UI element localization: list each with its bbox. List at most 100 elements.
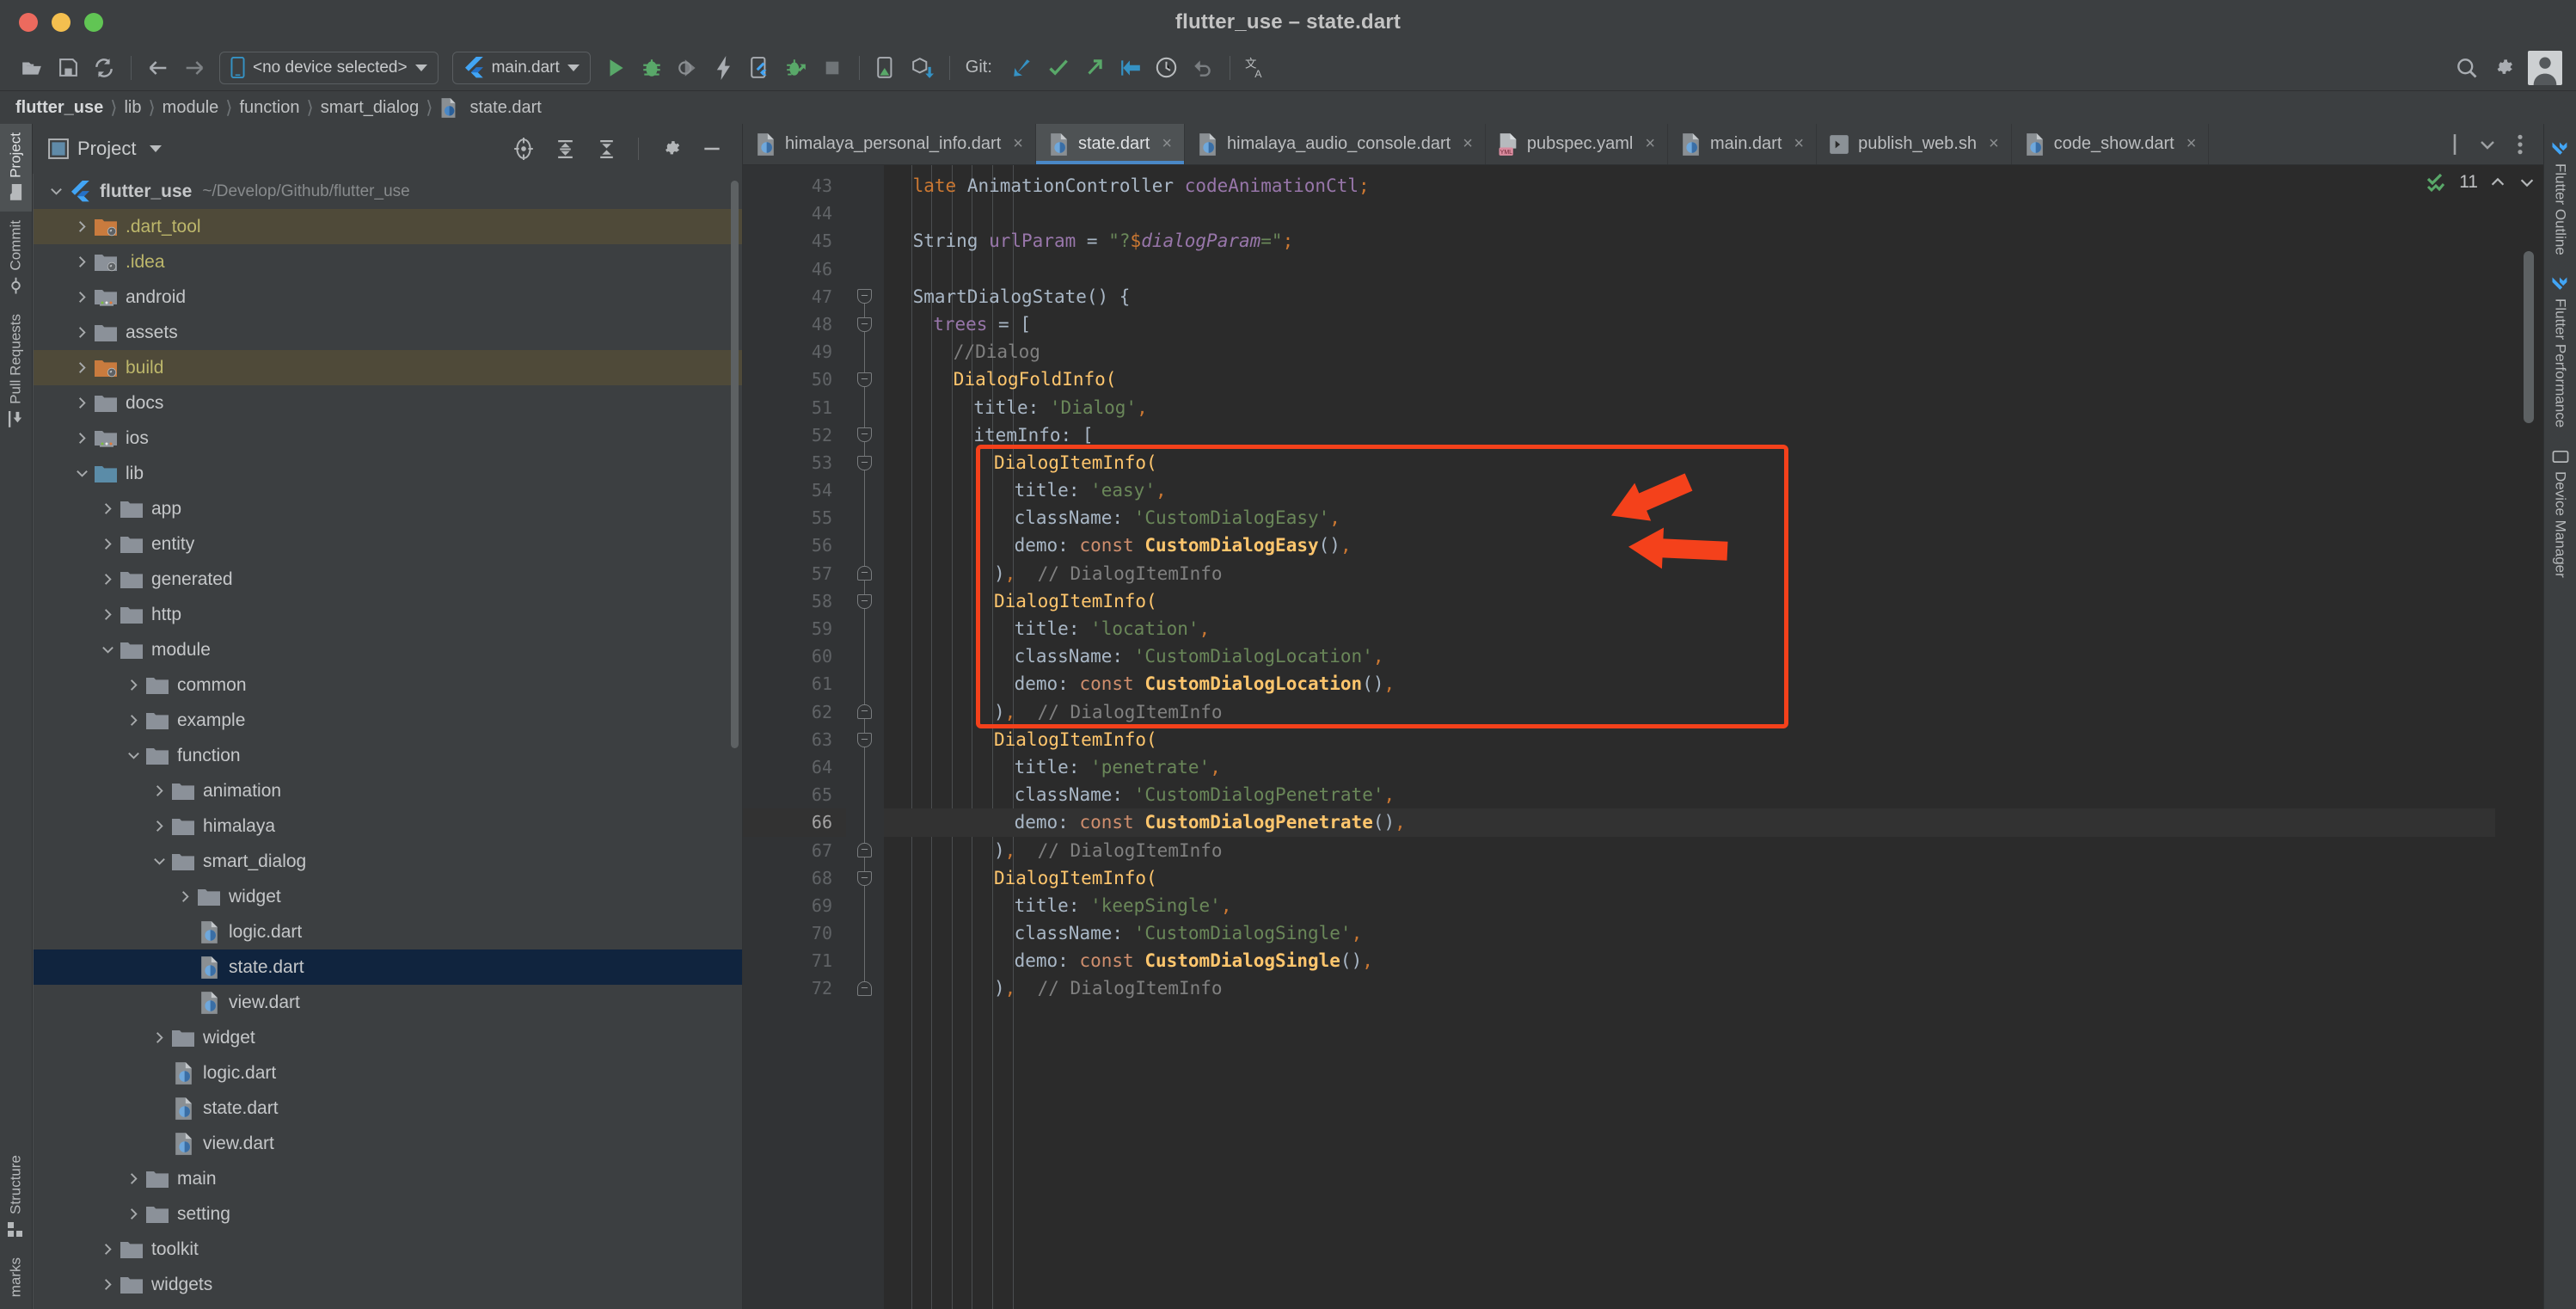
tree-item-app[interactable]: app [33, 491, 742, 526]
editor-tab-publish-web-sh[interactable]: publish_web.sh × [1817, 124, 2012, 164]
run-configuration-selector[interactable]: main.dart [451, 51, 591, 84]
open-folder-icon[interactable] [14, 50, 50, 86]
chevron-down-icon[interactable] [45, 184, 67, 199]
tree-item-generated[interactable]: generated [33, 562, 742, 597]
fold-marker[interactable] [857, 843, 872, 858]
tree-item-entity[interactable]: entity [33, 526, 742, 562]
sidebar-item-pull-requests[interactable]: Pull Requests [0, 305, 32, 439]
breadcrumb-item-4[interactable]: smart_dialog [316, 98, 425, 118]
editor-tab-himalaya-audio-console-dart[interactable]: himalaya_audio_console.dart × [1185, 124, 1486, 164]
collapse-all-icon[interactable] [590, 132, 623, 165]
code-line[interactable]: className: 'CustomDialogPenetrate', [884, 781, 2495, 808]
tree-item-logic-dart[interactable]: logic.dart [33, 914, 742, 949]
code-line[interactable]: className: 'CustomDialogEasy', [884, 504, 2495, 532]
tree-scrollbar[interactable] [731, 181, 739, 748]
code-line[interactable]: demo: const CustomDialogSingle(), [884, 947, 2495, 974]
search-icon[interactable] [2449, 50, 2485, 86]
close-window-button[interactable] [19, 13, 38, 32]
sidebar-item-device-manager[interactable]: Device Manager [2552, 438, 2569, 588]
editor-tab-pubspec-yaml[interactable]: YML pubspec.yaml × [1486, 124, 1669, 164]
editor-tab-himalaya-personal-info-dart[interactable]: himalaya_personal_info.dart × [743, 124, 1036, 164]
scroll-from-source-icon[interactable] [507, 132, 540, 165]
close-tab-icon[interactable]: × [2187, 134, 2197, 154]
code-line[interactable]: late AnimationController codeAnimationCt… [884, 172, 2495, 200]
chevron-right-icon[interactable] [148, 1030, 170, 1045]
fold-marker[interactable] [857, 870, 872, 886]
hot-reload-icon[interactable] [706, 50, 742, 86]
code-line[interactable] [884, 255, 2495, 283]
chevron-down-icon[interactable] [71, 466, 93, 481]
debug-icon[interactable] [634, 50, 670, 86]
coverage-icon[interactable] [670, 50, 706, 86]
fold-marker[interactable] [857, 289, 872, 304]
chevron-right-icon[interactable] [96, 572, 119, 587]
fold-marker[interactable] [857, 566, 872, 581]
tree-item-widget[interactable]: widget [33, 1020, 742, 1055]
save-all-icon[interactable] [50, 50, 86, 86]
code-line[interactable]: //Dialog [884, 338, 2495, 366]
code-line[interactable]: demo: const CustomDialogEasy(), [884, 532, 2495, 559]
tree-item-lib[interactable]: lib [33, 456, 742, 491]
breadcrumb-item-0[interactable]: flutter_use [10, 98, 108, 118]
inspection-summary[interactable]: 11 [2426, 172, 2536, 193]
zoom-window-button[interactable] [84, 13, 103, 32]
close-tab-icon[interactable]: × [1989, 134, 1999, 154]
code-line[interactable] [884, 200, 2495, 227]
chevron-right-icon[interactable] [96, 537, 119, 551]
tree-item-main-dart[interactable]: main.dart [33, 1302, 742, 1309]
chevron-right-icon[interactable] [71, 255, 93, 269]
code-line[interactable]: title: 'Dialog', [884, 394, 2495, 421]
code-editor[interactable]: late AnimationController codeAnimationCt… [884, 165, 2495, 1309]
tree-item-example[interactable]: example [33, 703, 742, 738]
translate-icon[interactable]: 文A [1239, 50, 1275, 86]
close-tab-icon[interactable]: × [1463, 134, 1473, 154]
chevron-right-icon[interactable] [71, 360, 93, 375]
attach-debugger-icon[interactable] [778, 50, 814, 86]
tree-item-himalaya[interactable]: himalaya [33, 808, 742, 844]
gear-icon[interactable] [2485, 50, 2521, 86]
commit-icon[interactable] [1040, 50, 1076, 86]
chevron-right-icon[interactable] [122, 713, 144, 728]
update-project-icon[interactable] [1004, 50, 1040, 86]
expand-all-icon[interactable] [549, 132, 581, 165]
chevron-down-icon[interactable] [122, 748, 144, 763]
fold-marker[interactable] [857, 372, 872, 387]
fold-marker[interactable] [857, 593, 872, 609]
chevron-right-icon[interactable] [96, 1277, 119, 1292]
tree-item-widget[interactable]: widget [33, 879, 742, 914]
tree-item--idea[interactable]: .idea [33, 244, 742, 280]
code-line[interactable]: title: 'keepSingle', [884, 892, 2495, 919]
gear-icon[interactable] [654, 132, 687, 165]
sidebar-item-project[interactable]: Project [0, 124, 32, 212]
fold-marker[interactable] [857, 981, 872, 997]
tree-item-docs[interactable]: docs [33, 385, 742, 421]
sidebar-item-flutter-outline[interactable]: Flutter Outline [2552, 131, 2569, 266]
sidebar-item-structure[interactable]: Structure [0, 1146, 32, 1249]
code-line[interactable]: trees = [ [884, 310, 2495, 338]
chevron-down-icon[interactable] [150, 145, 163, 152]
run-icon[interactable] [598, 50, 634, 86]
stop-icon[interactable] [814, 50, 850, 86]
breadcrumb-item-2[interactable]: module [157, 98, 224, 118]
tree-item-view-dart[interactable]: view.dart [33, 985, 742, 1020]
breadcrumb-item-5[interactable]: state.dart [464, 98, 546, 118]
fold-marker[interactable] [857, 455, 872, 470]
forward-arrow-icon[interactable] [176, 50, 212, 86]
window-controls[interactable] [0, 13, 103, 32]
chevron-right-icon[interactable] [96, 1242, 119, 1257]
tree-item-toolkit[interactable]: toolkit [33, 1232, 742, 1267]
chevron-right-icon[interactable] [122, 1207, 144, 1221]
fold-marker[interactable] [857, 316, 872, 332]
chevron-right-icon[interactable] [122, 678, 144, 692]
tree-item-state-dart[interactable]: state.dart [33, 1091, 742, 1126]
fold-marker[interactable] [857, 732, 872, 747]
tree-item-assets[interactable]: assets [33, 315, 742, 350]
code-line[interactable]: className: 'CustomDialogSingle', [884, 919, 2495, 947]
chevron-down-icon[interactable] [2473, 130, 2502, 159]
chevron-down-icon[interactable] [96, 642, 119, 657]
tree-item-ios[interactable]: ios [33, 421, 742, 456]
project-tree[interactable]: flutter_use ~/Develop/Github/flutter_use.… [33, 174, 742, 1309]
chevron-right-icon[interactable] [96, 501, 119, 516]
more-options-icon[interactable] [2505, 130, 2535, 159]
code-line[interactable]: DialogFoldInfo( [884, 366, 2495, 393]
